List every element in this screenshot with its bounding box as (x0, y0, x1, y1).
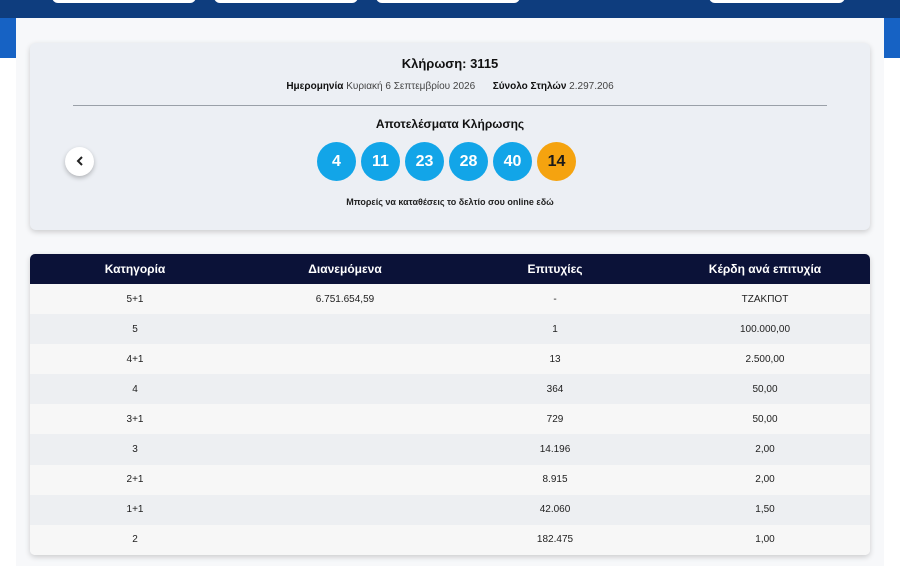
online-bet-link[interactable]: Μπορείς να καταθέσεις το δελτίο σου onli… (30, 197, 870, 207)
number-ball: 11 (361, 142, 400, 181)
cell-distributed (240, 344, 450, 374)
cell-distributed (240, 495, 450, 525)
cell-prize: 2,00 (755, 444, 775, 456)
cell-winners: 182.475 (536, 534, 574, 546)
header-winners: Επιτυχίες (527, 262, 583, 276)
cell-distributed (240, 434, 450, 464)
cell-prize: 50,00 (752, 413, 778, 425)
cell-category: 5+1 (126, 293, 144, 305)
cell-category: 5 (132, 323, 138, 335)
header-prize-per-winner: Κέρδη ανά επιτυχία (708, 262, 822, 276)
columns-value: 2.297.206 (569, 81, 614, 92)
number-ball: 28 (449, 142, 488, 181)
top-nav-bar (0, 0, 900, 18)
prize-table: Κατηγορία Διανεμόμενα Επιτυχίες Κέρδη αν… (30, 254, 870, 555)
date-label: Ημερομηνία (286, 81, 344, 92)
cell-prize: 2.500,00 (745, 353, 785, 365)
cell-distributed (240, 374, 450, 404)
table-row: 2+1 8.915 2,00 (30, 464, 870, 495)
nav-button-4[interactable] (709, 0, 845, 3)
cell-distributed (240, 314, 450, 344)
winning-numbers: 4 11 23 28 40 14 (317, 142, 576, 181)
chevron-left-icon (76, 155, 84, 169)
number-ball: 4 (317, 142, 356, 181)
cell-winners: 42.060 (539, 504, 571, 516)
cell-prize: 50,00 (752, 383, 778, 395)
cell-winners: 14.196 (539, 444, 571, 456)
table-header: Κατηγορία Διανεμόμενα Επιτυχίες Κέρδη αν… (30, 254, 870, 284)
number-ball: 40 (493, 142, 532, 181)
cell-distributed: 6.751.654,59 (315, 293, 375, 305)
table-body: 5+1 6.751.654,59 - ΤΖΑΚΠΟΤ 5 1 100.000,00 4+1 13… (30, 284, 870, 555)
divider (73, 105, 827, 106)
cell-winners: 364 (546, 383, 564, 395)
previous-draw-button[interactable] (65, 147, 94, 176)
results-title: Αποτελέσματα Κλήρωσης (375, 117, 525, 131)
nav-button-2[interactable] (214, 0, 358, 3)
cell-prize: ΤΖΑΚΠΟΤ (741, 293, 789, 305)
table-row: 5+1 6.751.654,59 - ΤΖΑΚΠΟΤ (30, 284, 870, 315)
cell-winners: 13 (549, 353, 561, 365)
header-distributed: Διανεμόμενα (308, 262, 382, 276)
table-row: 3+1 729 50,00 (30, 404, 870, 435)
cell-distributed (240, 465, 450, 495)
cell-winners: 729 (546, 413, 564, 425)
table-row: 3 14.196 2,00 (30, 434, 870, 465)
columns-label: Σύνολο Στηλών (492, 81, 567, 92)
cell-distributed (240, 525, 450, 555)
cell-winners: 1 (552, 323, 558, 335)
draw-meta: Ημερομηνία Κυριακή 6 Σεπτεμβρίου 2026 Σύ… (30, 81, 870, 92)
date-value: Κυριακή 6 Σεπτεμβρίου 2026 (346, 81, 476, 92)
cell-prize: 1,50 (755, 504, 775, 516)
table-row: 1+1 42.060 1,50 (30, 494, 870, 525)
table-row: 4+1 13 2.500,00 (30, 344, 870, 375)
cell-category: 3+1 (126, 413, 144, 425)
cell-prize: 100.000,00 (739, 323, 791, 335)
header-category: Κατηγορία (104, 262, 166, 276)
page-content: Κλήρωση: 3115 Ημερομηνία Κυριακή 6 Σεπτε… (16, 18, 884, 566)
cell-winners: 8.915 (542, 474, 568, 486)
cell-prize: 2,00 (755, 474, 775, 486)
nav-button-1[interactable] (52, 0, 196, 3)
cell-category: 4 (132, 383, 138, 395)
cell-category: 3 (132, 444, 138, 456)
cell-category: 2+1 (126, 474, 144, 486)
table-row: 4 364 50,00 (30, 374, 870, 405)
draw-card: Κλήρωση: 3115 Ημερομηνία Κυριακή 6 Σεπτε… (30, 43, 870, 230)
cell-category: 1+1 (126, 504, 144, 516)
table-row: 2 182.475 1,00 (30, 524, 870, 555)
cell-category: 2 (132, 534, 138, 546)
bonus-ball: 14 (537, 142, 576, 181)
cell-prize: 1,00 (755, 534, 775, 546)
cell-category: 4+1 (126, 353, 144, 365)
cell-distributed (240, 404, 450, 434)
number-ball: 23 (405, 142, 444, 181)
cell-winners: - (553, 293, 557, 305)
nav-button-3[interactable] (376, 0, 520, 3)
table-row: 5 1 100.000,00 (30, 314, 870, 345)
draw-title: Κλήρωση: 3115 (401, 56, 499, 71)
